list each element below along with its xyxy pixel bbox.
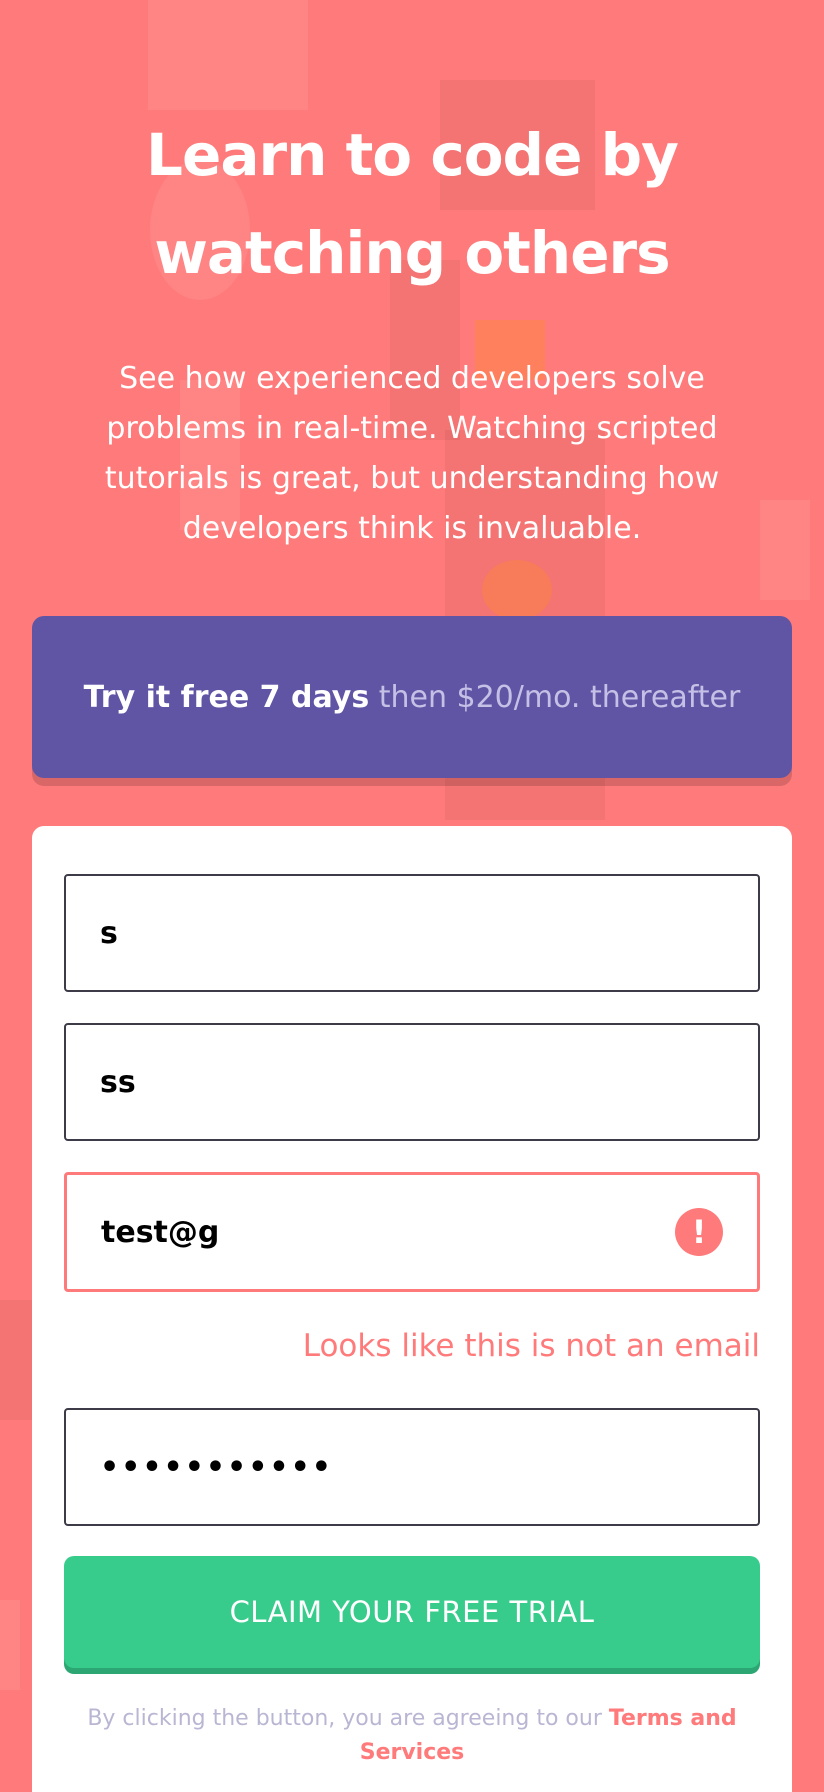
email-field[interactable]: test@g ! xyxy=(64,1172,760,1292)
first-name-field[interactable]: s xyxy=(64,874,760,992)
hero-description: See how experienced developers solve pro… xyxy=(104,361,720,546)
last-name-field[interactable]: ss xyxy=(64,1023,760,1141)
exclamation-icon: ! xyxy=(675,1208,723,1256)
password-field[interactable]: ••••••••••• xyxy=(64,1408,760,1526)
signup-form: s ss test@g ! Looks like this is not an … xyxy=(32,826,792,1792)
terms-notice: By clicking the button, you are agreeing… xyxy=(72,1702,752,1770)
email-value: test@g xyxy=(101,1214,220,1250)
promo-rest-text: then $20/mo. thereafter xyxy=(369,679,741,715)
page-title: Learn to code by watching others xyxy=(146,121,679,287)
last-name-value: ss xyxy=(100,1064,136,1100)
promo-text: Try it free 7 days then $20/mo. thereaft… xyxy=(84,673,741,722)
terms-text: By clicking the button, you are agreeing… xyxy=(87,1706,609,1731)
promo-bold-text: Try it free 7 days xyxy=(83,679,370,715)
promo-banner: Try it free 7 days then $20/mo. thereaft… xyxy=(32,616,792,778)
password-value: ••••••••••• xyxy=(100,1449,333,1485)
page: Learn to code by watching others See how… xyxy=(0,0,824,1792)
first-name-value: s xyxy=(100,915,118,951)
email-error-message: Looks like this is not an email xyxy=(302,1328,760,1364)
claim-trial-button[interactable]: CLAIM YOUR FREE TRIAL xyxy=(64,1556,760,1668)
